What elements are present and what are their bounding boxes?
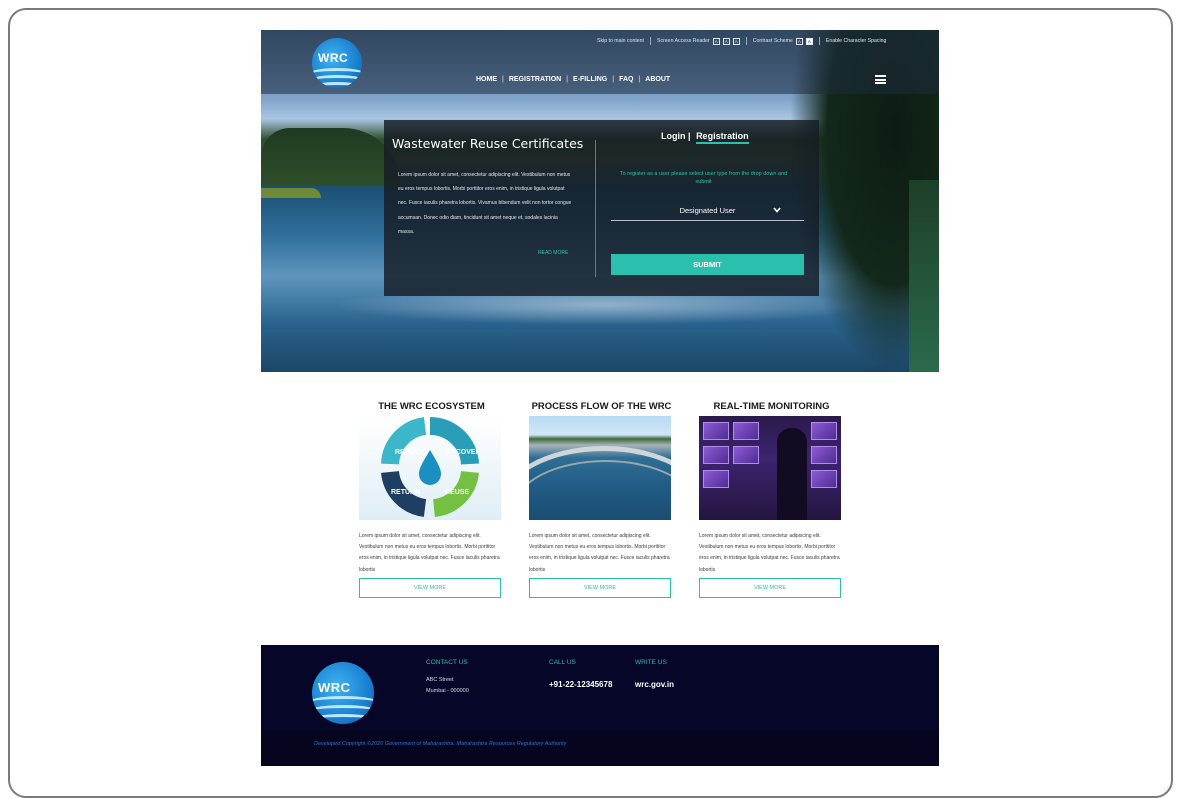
- contact-us-heading: CONTACT US: [426, 659, 468, 666]
- copyright-text: Developed Copyright ©2020 Government of …: [314, 741, 567, 747]
- nav-registration[interactable]: REGISTRATION: [509, 76, 561, 83]
- ecosystem-cycle-graphic: REDUCE RECOVER REUSE RETURN: [359, 416, 501, 520]
- write-us-heading: WRITE US: [635, 659, 667, 666]
- nav-separator: |: [502, 76, 504, 83]
- tab-separator: |: [688, 131, 691, 141]
- wrc-logo[interactable]: WRC: [312, 38, 362, 88]
- cycle-label: REDUCE: [395, 449, 425, 456]
- address-line: Mumbai - 000000: [426, 688, 469, 694]
- skip-to-content-link[interactable]: Skip to main content: [597, 38, 644, 44]
- nav-faq[interactable]: FAQ: [619, 76, 633, 83]
- call-us-heading: CALL US: [549, 659, 576, 666]
- contrast-dark-button[interactable]: A: [795, 37, 803, 45]
- font-reset-button[interactable]: A: [722, 37, 730, 45]
- nav-about[interactable]: ABOUT: [645, 76, 670, 83]
- read-more-link[interactable]: READ MORE: [538, 250, 568, 256]
- nav-separator: |: [566, 76, 569, 83]
- view-more-button[interactable]: VIEW MORE: [699, 578, 841, 598]
- footer-bottom-bar: [261, 730, 939, 766]
- feature-title: REAL-TIME MONITORING: [713, 401, 830, 412]
- hero-section: WRC Skip to main content Screen Access R…: [261, 30, 939, 372]
- view-more-button[interactable]: VIEW MORE: [529, 578, 671, 598]
- feature-title: THE WRC ECOSYSTEM: [378, 401, 485, 412]
- feature-title: PROCESS FLOW OF THE WRC: [531, 401, 672, 412]
- user-type-value: Designated User: [679, 206, 736, 215]
- website-mockup: WRC Skip to main content Screen Access R…: [261, 30, 939, 766]
- logo-text: WRC: [318, 680, 351, 695]
- address-line: ABC Street: [426, 677, 454, 683]
- nav-e-filling[interactable]: E-FILLING: [573, 76, 607, 83]
- cycle-label: RECOVER: [446, 449, 481, 456]
- hero-tree-edge: [909, 180, 939, 372]
- feature-text: Lorem ipsum dolor sit amet, consectetur …: [699, 533, 840, 573]
- contrast-scheme-label: Contrast Scheme: [752, 38, 793, 44]
- footer: WRC CONTACT US ABC Street Mumbai - 00000…: [261, 645, 939, 766]
- panel-divider: [595, 140, 596, 277]
- submit-button[interactable]: SUBMIT: [611, 254, 804, 275]
- hero-title: Wastewater Reuse Certificates: [392, 136, 584, 151]
- nav-separator: |: [638, 76, 641, 83]
- hero-panel: Wastewater Reuse Certificates Lorem ipsu…: [384, 120, 819, 296]
- cycle-label: RETURN: [391, 489, 420, 496]
- features-section: THE WRC ECOSYSTEM REDUCE RECOVER REUSE R…: [261, 372, 939, 645]
- tab-login[interactable]: Login: [661, 131, 686, 141]
- contrast-light-button[interactable]: A: [805, 37, 813, 45]
- nav-separator: |: [612, 76, 615, 83]
- hero-description: Lorem ipsum dolor sit amet, consectetur …: [398, 172, 572, 235]
- chevron-down-icon: [773, 203, 781, 219]
- view-more-button[interactable]: VIEW MORE: [359, 578, 501, 598]
- font-increase-button[interactable]: A: [732, 37, 740, 45]
- user-type-select[interactable]: Designated User: [611, 203, 804, 221]
- monitoring-room-photo: [699, 416, 841, 520]
- cycle-label: REUSE: [445, 489, 469, 496]
- tab-registration[interactable]: Registration: [696, 131, 749, 144]
- contact-address: ABC Street Mumbai - 000000: [426, 675, 469, 697]
- auth-tabs: Login | Registration: [661, 131, 749, 144]
- font-decrease-button[interactable]: A: [712, 37, 720, 45]
- character-spacing-toggle[interactable]: Enable Character Spacing: [826, 38, 887, 44]
- hamburger-menu-icon[interactable]: [875, 75, 886, 84]
- website-link[interactable]: wrc.gov.in: [635, 680, 674, 689]
- hero-shore: [261, 188, 321, 198]
- screen-reader-link[interactable]: Screen Access Reader: [657, 38, 710, 44]
- phone-number[interactable]: +91-22-12345678: [549, 680, 612, 689]
- hero-treeline: [261, 128, 401, 186]
- accessibility-bar: Skip to main content Screen Access Reade…: [597, 35, 886, 47]
- treatment-plant-photo: [529, 416, 671, 520]
- registration-hint: To register as a user please select user…: [619, 171, 788, 185]
- footer-logo[interactable]: WRC: [312, 662, 374, 724]
- feature-text: Lorem ipsum dolor sit amet, consectetur …: [529, 533, 670, 573]
- nav-home[interactable]: HOME: [476, 76, 497, 83]
- main-nav: HOME | REGISTRATION | E-FILLING | FAQ | …: [476, 76, 670, 83]
- logo-text: WRC: [318, 51, 349, 65]
- feature-text: Lorem ipsum dolor sit amet, consectetur …: [359, 533, 500, 573]
